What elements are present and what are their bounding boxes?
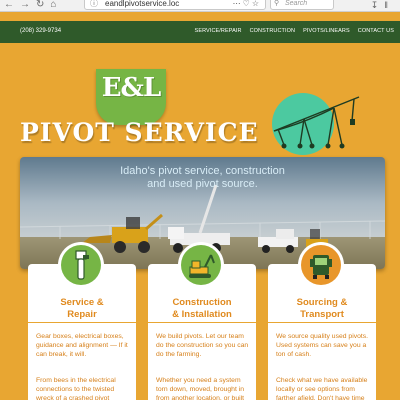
- card-text-1: We build pivots. Let our team do the con…: [156, 333, 249, 358]
- card-icon-ring: [178, 242, 224, 288]
- browser-nav: ← → ↻ ⌂: [4, 0, 56, 10]
- toolbar-right: ↧‖: [371, 0, 394, 10]
- card-title-line-2: Repair: [67, 309, 97, 320]
- logo-text: E&L: [101, 73, 162, 103]
- card-icon-ring: [58, 242, 104, 288]
- phone-number[interactable]: (208) 329-9734: [20, 28, 61, 34]
- hero-section: E&L PIVOT SERVICE Idaho's pivot service,…: [0, 43, 400, 269]
- semi-truck-icon: [301, 245, 341, 285]
- download-icon[interactable]: ↧: [371, 0, 385, 10]
- library-icon[interactable]: ‖: [384, 0, 394, 10]
- hero-tagline: Idaho's pivot service, construction and …: [20, 165, 385, 191]
- reload-icon[interactable]: ↻: [36, 0, 44, 10]
- back-icon[interactable]: ←: [4, 0, 14, 10]
- card-text-1: We source quality used pivots. Used syst…: [276, 333, 369, 358]
- card-title-line-1: Construction: [172, 297, 232, 308]
- card-title-line-1: Sourcing &: [296, 297, 348, 308]
- menu-item-construction[interactable]: CONSTRUCTION: [250, 28, 296, 34]
- card-text-2: Check what we have available locally or …: [276, 377, 368, 400]
- pipe-wrench-icon: [61, 245, 101, 285]
- card-text-2: From bees in the electrical connections …: [36, 377, 116, 400]
- card-text-2: Whether you need a system torn down, mov…: [156, 377, 245, 400]
- search-placeholder: Search: [285, 0, 308, 7]
- site-info-icon[interactable]: ⓘ: [90, 0, 98, 9]
- forward-icon[interactable]: →: [20, 0, 30, 10]
- card-service-repair[interactable]: Service & Repair Gear boxes, electrical …: [28, 242, 136, 400]
- browser-toolbar: ← → ↻ ⌂ ⓘ eandlpivotservice.loc ⋯♡☆ ⚲ Se…: [0, 0, 400, 12]
- card-sourcing-transport[interactable]: Sourcing & Transport We source quality u…: [268, 242, 376, 400]
- brand-name: PIVOT SERVICE: [20, 118, 259, 147]
- search-box[interactable]: ⚲ Search: [270, 0, 334, 10]
- card-title: Sourcing & Transport: [268, 297, 376, 321]
- address-bar[interactable]: ⓘ eandlpivotservice.loc ⋯♡☆: [84, 0, 266, 10]
- menu-item-pivots-linears[interactable]: PIVOTS/LINEARS: [303, 28, 350, 34]
- card-divider: [148, 322, 256, 323]
- card-title-line-2: Transport: [300, 309, 344, 320]
- excavator-icon: [181, 245, 221, 285]
- center-pivot-icon: [273, 96, 360, 149]
- card-title-line-1: Service &: [60, 297, 104, 308]
- card-divider: [28, 322, 136, 323]
- card-text-1: Gear boxes, electrical boxes, guidance a…: [36, 333, 128, 358]
- top-nav-bar: (208) 329-9734 SERVICE/REPAIR CONSTRUCTI…: [0, 21, 400, 43]
- menu-item-service-repair[interactable]: SERVICE/REPAIR: [195, 28, 242, 34]
- page-actions-icon[interactable]: ⋯♡☆: [233, 0, 261, 9]
- menu-item-contact-us[interactable]: CONTACT US: [358, 28, 394, 34]
- card-title-line-2: & Installation: [172, 309, 232, 320]
- tagline-line-2: and used pivot source.: [147, 178, 258, 190]
- card-construction-installation[interactable]: Construction & Installation We build piv…: [148, 242, 256, 400]
- main-menu: SERVICE/REPAIR CONSTRUCTION PIVOTS/LINEA…: [195, 28, 394, 34]
- home-icon[interactable]: ⌂: [50, 0, 56, 10]
- search-icon: ⚲: [274, 0, 280, 7]
- url-text: eandlpivotservice.loc: [105, 0, 180, 8]
- card-title: Construction & Installation: [148, 297, 256, 321]
- card-title: Service & Repair: [28, 297, 136, 321]
- card-icon-ring: [298, 242, 344, 288]
- tagline-line-1: Idaho's pivot service, construction: [120, 165, 285, 177]
- card-divider: [268, 322, 376, 323]
